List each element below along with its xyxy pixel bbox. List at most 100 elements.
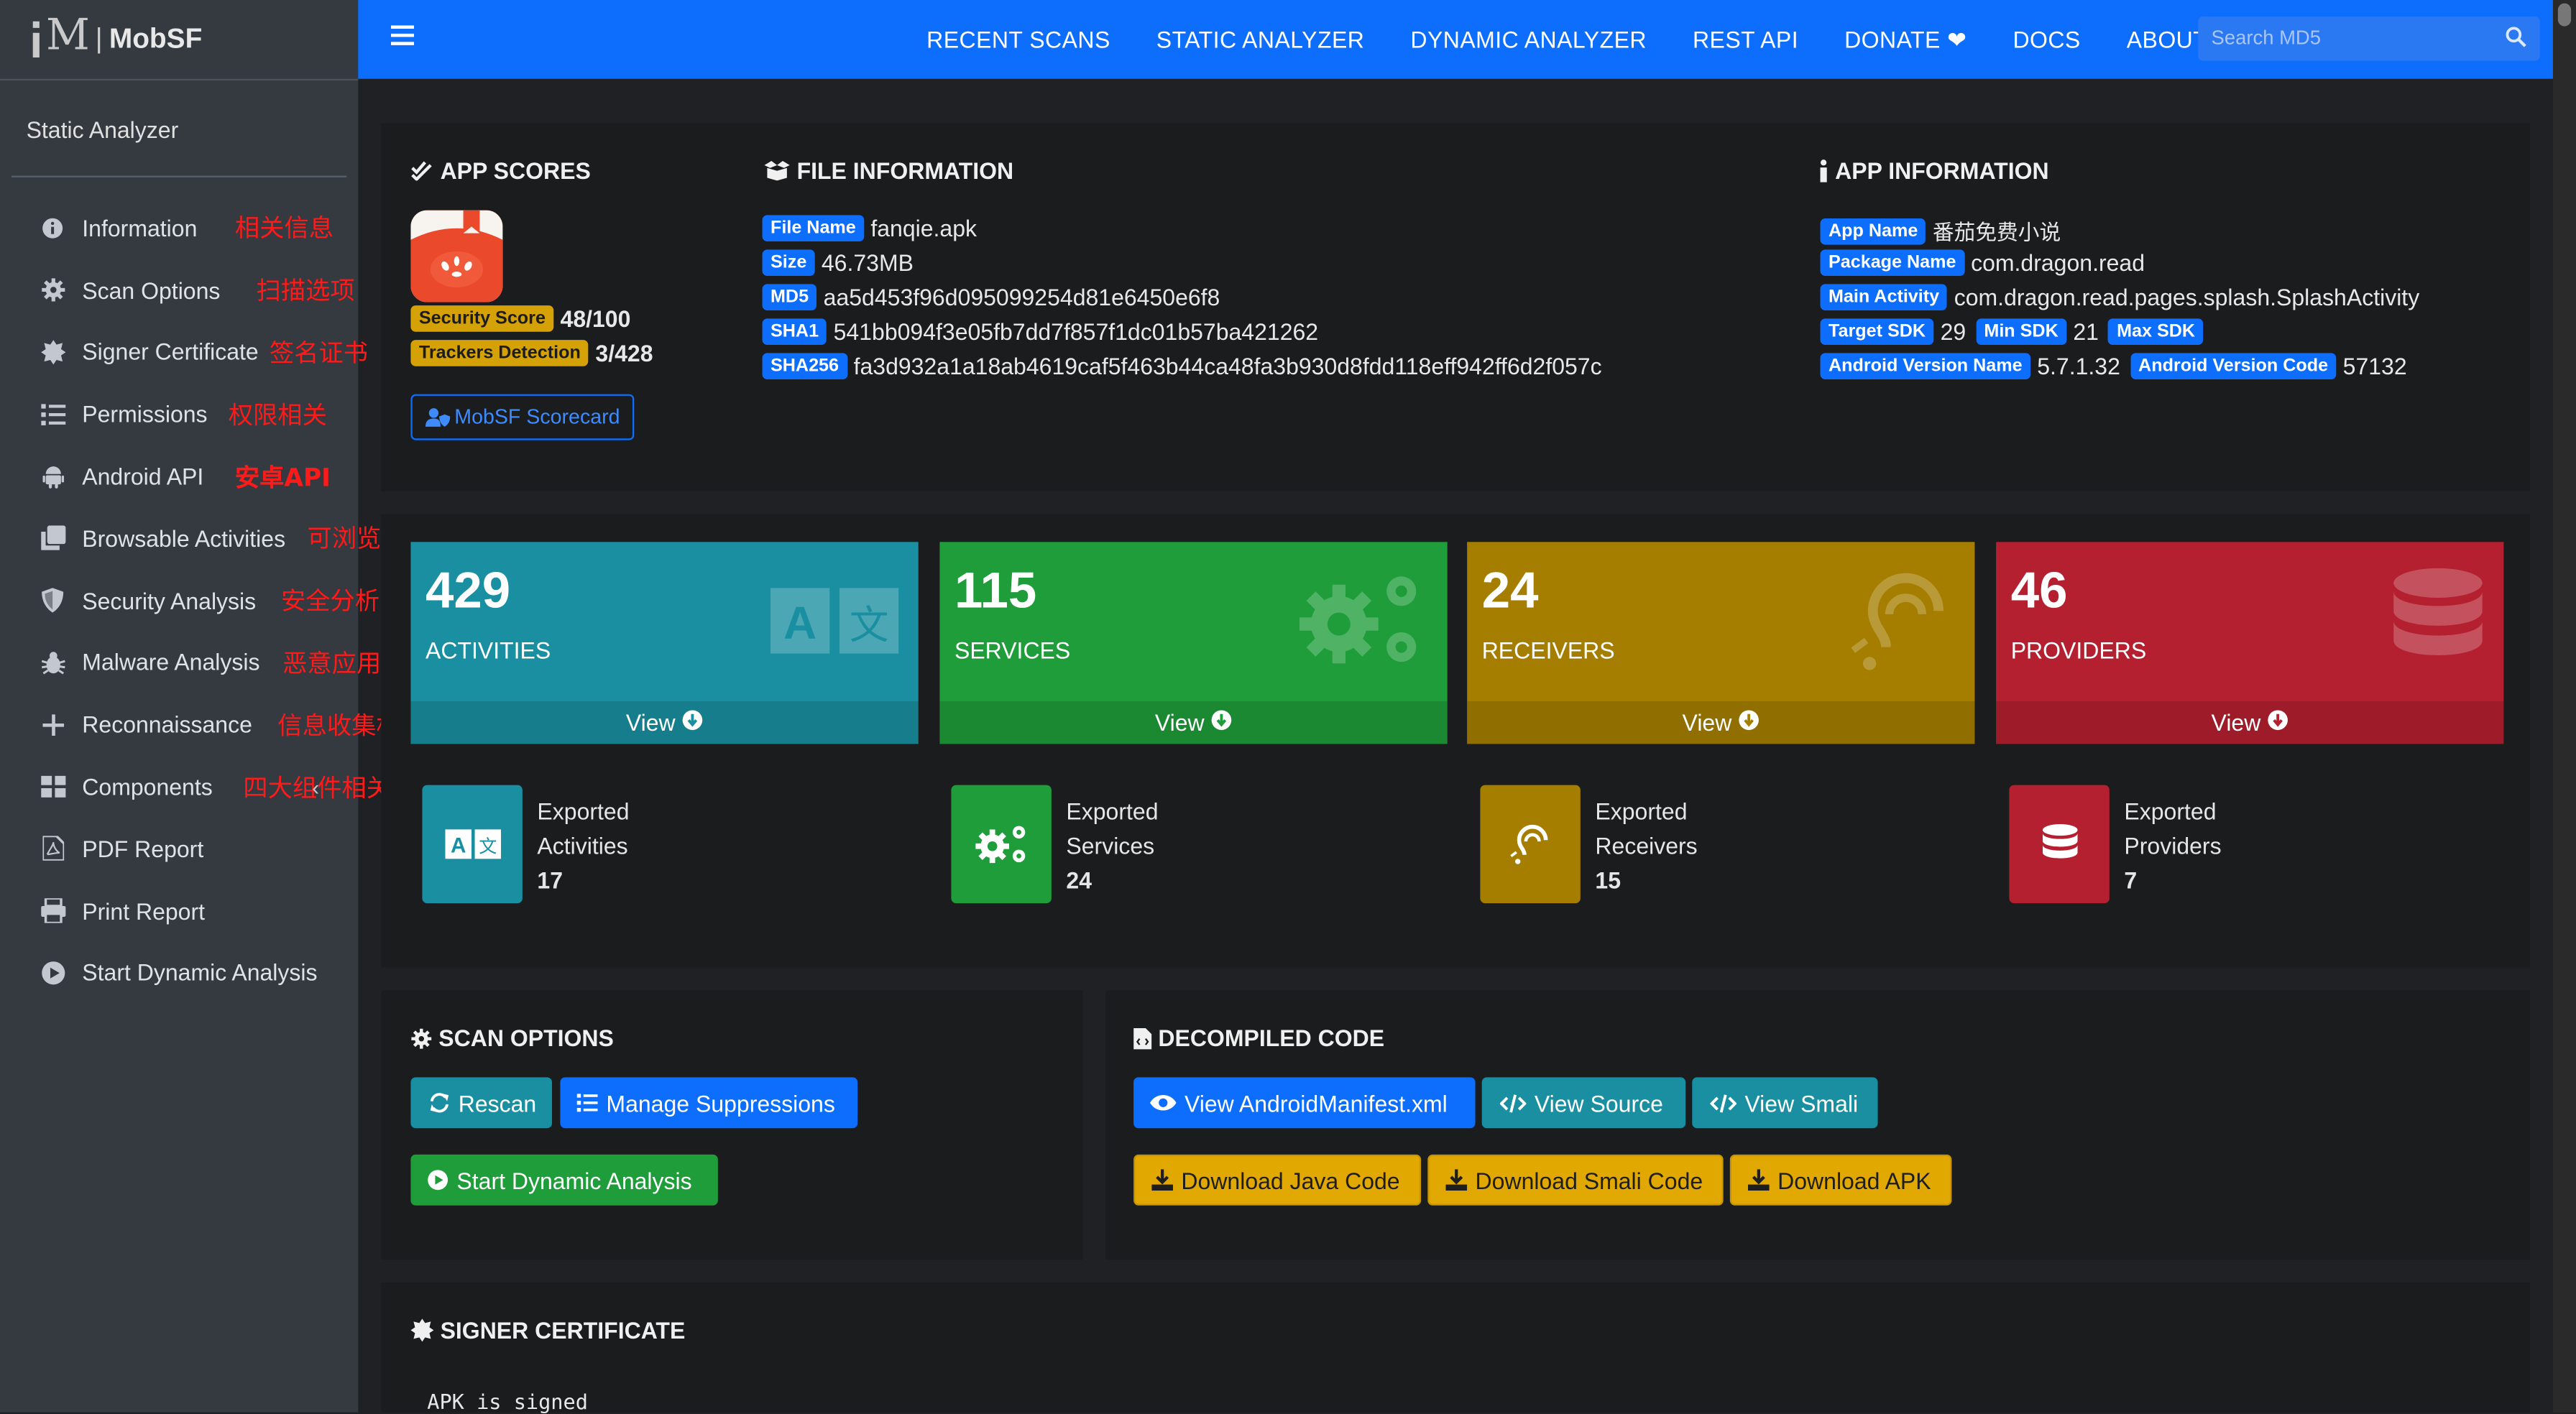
sidebar-item-reconnaissance[interactable]: Reconnaissance 信息收集相关 [0, 693, 426, 755]
sidebar-item-print-report[interactable]: Print Report [0, 880, 358, 942]
android-icon [40, 463, 66, 490]
sha1-badge: SHA1 [762, 318, 827, 345]
app-name-value: 番茄免费小说 [1932, 221, 2061, 246]
download-smali-button[interactable]: Download Smali Code [1427, 1154, 1724, 1206]
view-label: View [1154, 709, 1205, 736]
database-icon [2392, 568, 2484, 678]
mobsf-scorecard-button[interactable]: MobSF Scorecard [410, 394, 635, 440]
mobsf-logo-icon: M [32, 11, 90, 61]
sidebar-item-pdf-report[interactable]: PDF Report [0, 818, 358, 879]
activities-view-link[interactable]: View [410, 701, 919, 744]
list-icon [40, 401, 66, 428]
box-open-icon [764, 160, 791, 181]
size-value: 46.73MB [821, 249, 914, 276]
trackers-badge: Trackers Detection [410, 340, 589, 366]
security-score-badge: Security Score [410, 305, 554, 332]
view-smali-button[interactable]: View Smali [1692, 1077, 1878, 1129]
nav-docs[interactable]: DOCS [2012, 27, 2080, 53]
nav-rest-api[interactable]: REST API [1693, 27, 1798, 53]
download-apk-label: Download APK [1777, 1166, 1931, 1193]
language-icon: A文 [770, 588, 899, 662]
sidebar-item-permissions[interactable]: Permissions 权限相关 [0, 383, 358, 445]
sidebar-item-malware-analysis[interactable]: Malware Analysis 恶意应用分析 [0, 632, 431, 693]
scrollbar-thumb[interactable] [2557, 3, 2572, 27]
exported-activities-text: Exported Activities 17 [537, 795, 629, 898]
main-activity-value: com.dragon.read.pages.splash.SplashActiv… [1954, 284, 2420, 310]
sidebar-divider [11, 175, 347, 177]
svg-text:A: A [450, 833, 465, 857]
target-sdk-badge: Target SDK [1820, 318, 1934, 345]
sidebar-item-android-api[interactable]: Android API 安卓API [0, 445, 358, 507]
cogs-icon [1296, 568, 1427, 678]
bug-icon [40, 650, 66, 676]
annotation-note: 安全分析 [280, 586, 380, 616]
hamburger-menu-icon[interactable] [390, 19, 414, 54]
services-view-link[interactable]: View [939, 701, 1448, 744]
file-information-title-text: FILE INFORMATION [796, 157, 1014, 184]
sidebar-item-start-dynamic-analysis[interactable]: Start Dynamic Analysis [0, 942, 358, 1004]
sidebar-item-scan-options[interactable]: Scan Options 扫描选项 [0, 259, 358, 321]
arrow-circle-down-icon [682, 709, 704, 736]
chevron-left-icon[interactable]: ‹ [312, 775, 319, 799]
signer-certificate-title-text: SIGNER CERTIFICATE [440, 1317, 686, 1344]
sync-icon [429, 1092, 451, 1114]
sidebar-item-information[interactable]: Information 相关信息 [0, 197, 358, 259]
exported-count: 17 [537, 867, 564, 894]
manage-suppressions-button[interactable]: Manage Suppressions [560, 1077, 858, 1129]
view-source-button[interactable]: View Source [1481, 1077, 1686, 1129]
app-name-row: App Name 番茄免费小说 [1820, 215, 2071, 246]
exported-type: Services [1066, 832, 1155, 859]
sha256-badge: SHA256 [762, 353, 847, 379]
nav-recent-scans[interactable]: RECENT SCANS [926, 27, 1110, 53]
rescan-button[interactable]: Rescan [410, 1077, 552, 1129]
security-score-value: 48/100 [560, 305, 631, 332]
search-icon[interactable] [2506, 27, 2527, 56]
exported-services-text: Exported Services 24 [1066, 795, 1158, 898]
sha256-row: SHA256 fa3d932a1a18ab4619caf5f463b44ca48… [762, 353, 1612, 379]
nav-dynamic-analyzer[interactable]: DYNAMIC ANALYZER [1410, 27, 1647, 53]
shield-icon [40, 588, 66, 614]
sidebar-item-security-analysis[interactable]: Security Analysis 安全分析 [0, 570, 380, 632]
version-code-badge: Android Version Code [2130, 353, 2337, 379]
gear-icon [410, 1027, 432, 1049]
play-circle-icon [427, 1169, 448, 1191]
code-icon [1499, 1093, 1527, 1112]
nav-static-analyzer[interactable]: STATIC ANALYZER [1156, 27, 1365, 53]
exported-label: Exported [1066, 798, 1159, 825]
download-java-label: Download Java Code [1181, 1166, 1400, 1193]
nav-donate[interactable]: DONATE ❤ [1844, 25, 1966, 53]
sidebar-item-signer-certificate[interactable]: Signer Certificate 签名证书 [0, 321, 368, 383]
annotation-note: 权限相关 [228, 400, 327, 430]
brand[interactable]: M | MobSF [0, 0, 359, 80]
download-java-button[interactable]: Download Java Code [1133, 1154, 1422, 1206]
clone-icon [40, 525, 66, 552]
sidebar-item-label: Scan Options [82, 277, 221, 304]
page-scrollbar[interactable] [2552, 0, 2576, 1413]
start-dynamic-analysis-button[interactable]: Start Dynamic Analysis [410, 1154, 718, 1206]
receivers-view-link[interactable]: View [1467, 701, 1975, 744]
sha256-value: fa3d932a1a18ab4619caf5f463b44ca48fa3b930… [853, 353, 1602, 379]
sidebar-item-label: Security Analysis [82, 587, 257, 614]
plus-icon [40, 711, 66, 738]
cogs-icon [951, 785, 1052, 904]
gear-icon [40, 277, 66, 304]
providers-view-link[interactable]: View [1996, 701, 2504, 744]
exported-count: 7 [2124, 867, 2138, 894]
list-icon [576, 1094, 598, 1112]
trackers-row: Trackers Detection 3/428 [410, 340, 663, 366]
nav-about[interactable]: ABOUT [2127, 27, 2208, 53]
package-name-badge: Package Name [1820, 249, 1964, 276]
arrow-circle-down-icon [1211, 709, 1233, 736]
version-code-value: 57132 [2342, 353, 2407, 379]
scorecard-label: MobSF Scorecard [454, 405, 620, 429]
view-manifest-button[interactable]: View AndroidManifest.xml [1133, 1077, 1476, 1129]
services-count: 115 [954, 561, 1037, 619]
search-input[interactable] [2198, 16, 2504, 60]
sidebar-item-components[interactable]: Components 四大组件相关 ‹ [0, 756, 391, 818]
receivers-count: 24 [1481, 561, 1539, 619]
download-apk-button[interactable]: Download APK [1729, 1154, 1952, 1206]
sidebar-item-browsable-activities[interactable]: Browsable Activities 可浏览Activity [0, 507, 474, 569]
download-icon [1151, 1169, 1173, 1191]
exported-receivers-text: Exported Receivers 15 [1595, 795, 1697, 898]
start-dynamic-label: Start Dynamic Analysis [456, 1166, 692, 1193]
